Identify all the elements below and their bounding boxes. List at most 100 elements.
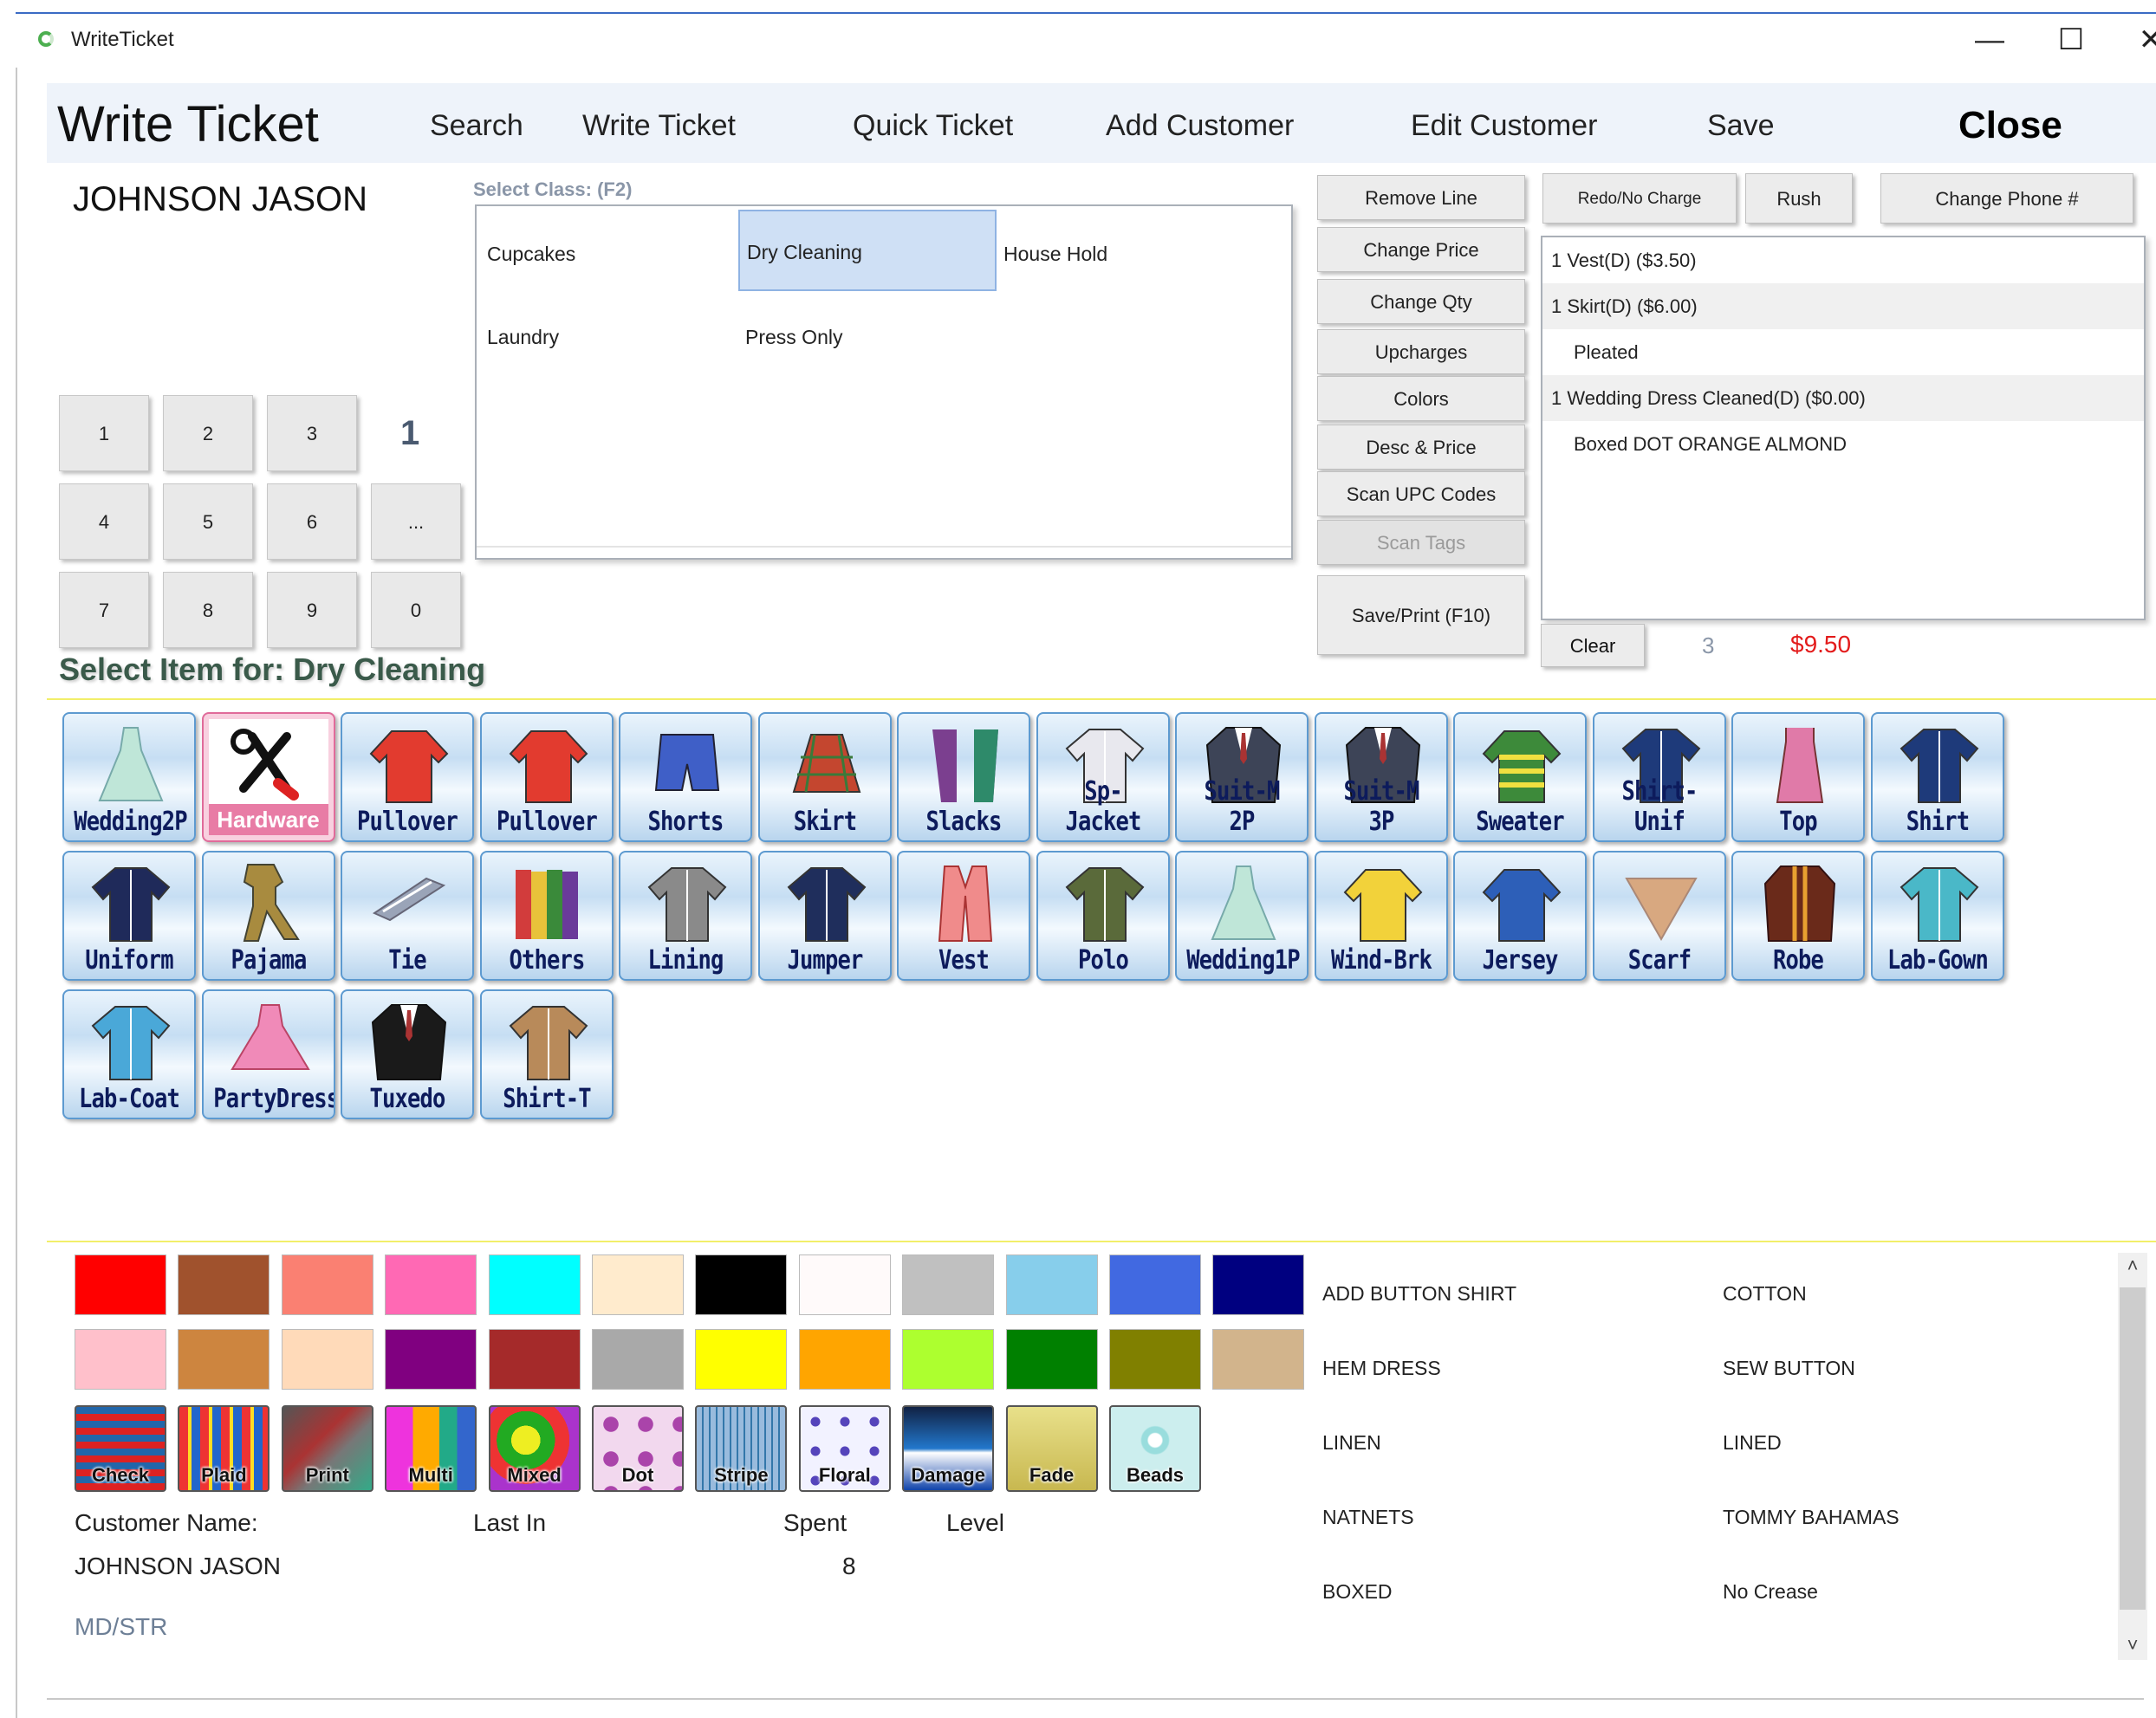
item-tile-suit-m-2p[interactable]: Suit-M 2P (1175, 712, 1309, 842)
color-swatch[interactable] (1005, 1329, 1098, 1390)
keypad-5[interactable]: 5 (163, 483, 253, 560)
color-swatch[interactable] (281, 1254, 373, 1315)
class-item-press-only[interactable]: Press Only (738, 296, 997, 378)
item-tile-lab-gown[interactable]: Lab-Gown (1870, 851, 2004, 981)
item-tile-robe[interactable]: Robe (1731, 851, 1865, 981)
item-tile-scarf[interactable]: Scarf (1592, 851, 1726, 981)
item-tile-wedding2p[interactable]: Wedding2P (62, 712, 196, 842)
item-tile-wedding1p[interactable]: Wedding1P (1175, 851, 1309, 981)
color-swatch[interactable] (902, 1254, 995, 1315)
item-tile-wind-brk[interactable]: Wind-Brk (1314, 851, 1448, 981)
item-tile-shirt-unif[interactable]: Shirt-Unif (1592, 712, 1726, 842)
change-phone-button[interactable]: Change Phone # (1880, 173, 2133, 224)
nav-edit-customer[interactable]: Edit Customer (1411, 109, 1597, 143)
pattern-damage[interactable]: Damage (902, 1405, 995, 1492)
item-tile-tuxedo[interactable]: Tuxedo (341, 989, 474, 1119)
upcharge-item[interactable]: COTTON (1723, 1282, 1807, 1306)
change-price-button[interactable]: Change Price (1317, 227, 1525, 272)
ticket-line[interactable]: 1 Wedding Dress Cleaned(D) ($0.00) (1542, 375, 2144, 421)
upcharge-item[interactable]: SEW BUTTON (1723, 1357, 1855, 1380)
upcharge-item[interactable]: NATNETS (1322, 1506, 1414, 1529)
color-swatch[interactable] (798, 1329, 891, 1390)
item-tile-uniform[interactable]: Uniform (62, 851, 196, 981)
item-tile-sweater[interactable]: Sweater (1453, 712, 1587, 842)
nav-close[interactable]: Close (1958, 104, 2062, 147)
item-tile-hardware[interactable]: Hardware (201, 712, 335, 842)
color-swatch[interactable] (1212, 1254, 1305, 1315)
pattern-stripe[interactable]: Stripe (695, 1405, 788, 1492)
color-swatch[interactable] (902, 1329, 995, 1390)
clear-button[interactable]: Clear (1541, 624, 1645, 667)
scroll-down-icon[interactable]: ˅ (2118, 1634, 2147, 1656)
color-swatch[interactable] (592, 1329, 684, 1390)
upcharge-item[interactable]: No Crease (1723, 1580, 1818, 1604)
change-qty-button[interactable]: Change Qty (1317, 279, 1525, 324)
keypad-9[interactable]: 9 (267, 572, 357, 648)
item-tile-others[interactable]: Others (479, 851, 614, 981)
item-tile-lab-coat[interactable]: Lab-Coat (62, 989, 196, 1119)
color-swatch[interactable] (1005, 1254, 1098, 1315)
upcharge-item[interactable]: ADD BUTTON SHIRT (1322, 1282, 1516, 1306)
ticket-line-note[interactable]: Pleated (1542, 329, 2144, 375)
color-swatch[interactable] (385, 1254, 477, 1315)
item-tile-pullover[interactable]: Pullover (341, 712, 474, 842)
redo-no-charge-button[interactable]: Redo/No Charge (1542, 173, 1737, 224)
color-swatch[interactable] (178, 1329, 270, 1390)
color-swatch[interactable] (695, 1254, 788, 1315)
item-tile-polo[interactable]: Polo (1036, 851, 1170, 981)
minimize-button[interactable]: — (1955, 23, 2024, 57)
pattern-plaid[interactable]: Plaid (178, 1405, 270, 1492)
pattern-mixed[interactable]: Mixed (488, 1405, 581, 1492)
scroll-thumb[interactable] (2120, 1287, 2146, 1610)
class-item-house-hold[interactable]: House Hold (997, 213, 1255, 295)
color-swatch[interactable] (798, 1254, 891, 1315)
class-item-cupcakes[interactable]: Cupcakes (480, 213, 738, 295)
item-tile-skirt[interactable]: Skirt (757, 712, 892, 842)
scroll-up-icon[interactable]: ˄ (2118, 1254, 2147, 1277)
ticket-line-note[interactable]: Boxed DOT ORANGE ALMOND (1542, 421, 2144, 467)
close-window-button[interactable]: ✕ (2116, 23, 2156, 57)
ticket-line[interactable]: 1 Skirt(D) ($6.00) (1542, 283, 2144, 329)
remove-line-button[interactable]: Remove Line (1317, 175, 1525, 220)
keypad-8[interactable]: 8 (163, 572, 253, 648)
color-swatch[interactable] (488, 1254, 581, 1315)
nav-quick-ticket[interactable]: Quick Ticket (853, 109, 1013, 143)
keypad-6[interactable]: 6 (267, 483, 357, 560)
item-tile-shorts[interactable]: Shorts (619, 712, 752, 842)
nav-save[interactable]: Save (1707, 109, 1775, 143)
item-tile-vest[interactable]: Vest (897, 851, 1030, 981)
upcharges-button[interactable]: Upcharges (1317, 329, 1525, 374)
color-swatch[interactable] (178, 1254, 270, 1315)
pattern-print[interactable]: Print (281, 1405, 373, 1492)
pattern-check[interactable]: Check (75, 1405, 166, 1492)
color-swatch[interactable] (281, 1329, 373, 1390)
color-swatch[interactable] (592, 1254, 684, 1315)
desc-price-button[interactable]: Desc & Price (1317, 425, 1525, 470)
pattern-dot[interactable]: Dot (592, 1405, 684, 1492)
item-tile-lining[interactable]: Lining (619, 851, 752, 981)
item-tile-pajama[interactable]: Pajama (201, 851, 335, 981)
scan-upc-button[interactable]: Scan UPC Codes (1317, 471, 1525, 516)
item-tile-slacks[interactable]: Slacks (897, 712, 1030, 842)
item-tile-suit-m-3p[interactable]: Suit-M 3P (1314, 712, 1448, 842)
item-tile-sp-jacket[interactable]: Sp-Jacket (1036, 712, 1170, 842)
nav-add-customer[interactable]: Add Customer (1106, 109, 1294, 143)
upcharge-item[interactable]: HEM DRESS (1322, 1357, 1441, 1380)
item-tile-tie[interactable]: Tie (341, 851, 474, 981)
keypad-7[interactable]: 7 (59, 572, 149, 648)
item-tile-shirt-t[interactable]: Shirt-T (479, 989, 614, 1119)
color-swatch[interactable] (1109, 1329, 1201, 1390)
upcharge-scrollbar[interactable]: ˄ ˅ (2118, 1253, 2147, 1660)
keypad-4[interactable]: 4 (59, 483, 149, 560)
pattern-fade[interactable]: Fade (1005, 1405, 1098, 1492)
upcharge-item[interactable]: LINED (1723, 1431, 1782, 1455)
color-swatch[interactable] (695, 1329, 788, 1390)
pattern-multi[interactable]: Multi (385, 1405, 477, 1492)
class-item-laundry[interactable]: Laundry (480, 296, 738, 378)
upcharge-item[interactable]: LINEN (1322, 1431, 1381, 1455)
class-item-dry-cleaning[interactable]: Dry Cleaning (738, 210, 997, 291)
keypad-0[interactable]: 0 (371, 572, 461, 648)
keypad-2[interactable]: 2 (163, 395, 253, 471)
item-tile-partydress[interactable]: PartyDress (201, 989, 335, 1119)
color-swatch[interactable] (1109, 1254, 1201, 1315)
